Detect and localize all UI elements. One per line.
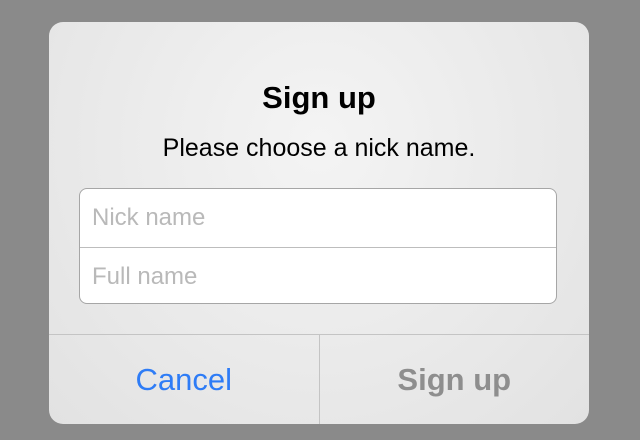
dialog-button-bar: Cancel Sign up (49, 334, 589, 424)
text-field-group (79, 188, 557, 304)
nick-name-input[interactable] (80, 189, 556, 247)
dialog-title: Sign up (262, 80, 376, 115)
signup-alert-dialog: Sign up Please choose a nick name. Cance… (49, 22, 589, 424)
dialog-message: Please choose a nick name. (162, 134, 476, 162)
dimmed-backdrop: Sign up Please choose a nick name. Cance… (0, 0, 640, 440)
full-name-input[interactable] (80, 248, 556, 303)
cancel-button[interactable]: Cancel (49, 335, 320, 424)
sign-up-button[interactable]: Sign up (320, 335, 590, 424)
